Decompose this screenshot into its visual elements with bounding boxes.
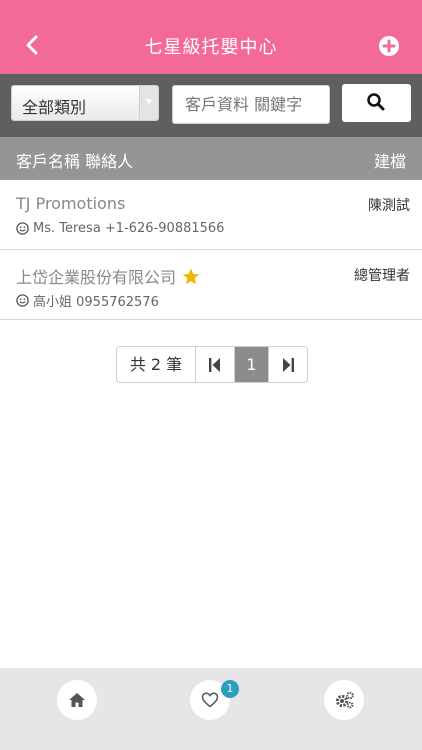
- chevron-down-icon[interactable]: [139, 86, 158, 120]
- contact-line: Ms. Teresa +1-626-90881566: [16, 221, 224, 236]
- last-page-icon: [283, 358, 294, 372]
- first-page-button[interactable]: [196, 347, 235, 382]
- list-item[interactable]: 上岱企業股份有限公司 總管理者 高小姐 0955762576: [0, 250, 422, 320]
- column-created-by: 建檔: [373, 152, 406, 171]
- column-customer-contact: 客戶名稱 聯絡人: [16, 152, 134, 171]
- app-header: 七星級托嬰中心: [0, 0, 422, 74]
- category-select-value: 全部類別: [22, 98, 87, 117]
- heart-icon: [201, 692, 219, 708]
- home-icon: [69, 693, 85, 707]
- page-1-button[interactable]: 1: [235, 347, 269, 382]
- customer-name: 上岱企業股份有限公司: [16, 268, 177, 287]
- contact-info: 高小姐 0955762576: [33, 295, 159, 310]
- bottom-nav: [0, 668, 422, 750]
- search-button[interactable]: [342, 84, 411, 122]
- last-page-button[interactable]: [269, 347, 307, 382]
- created-by: 陳測試: [368, 198, 410, 214]
- contact-info: Ms. Teresa +1-626-90881566: [33, 221, 225, 236]
- favorites-count-badge: 1: [221, 680, 239, 698]
- contact-line: 高小姐 0955762576: [16, 291, 159, 310]
- customer-name: TJ Promotions: [16, 194, 126, 213]
- page-title: 七星級托嬰中心: [144, 37, 278, 58]
- pagination: 共 2 筆 1: [116, 346, 308, 383]
- list-column-header: 客戶名稱 聯絡人 建檔: [0, 137, 422, 180]
- home-button[interactable]: [57, 680, 97, 720]
- add-circle-icon[interactable]: [378, 35, 400, 57]
- gears-icon: [335, 691, 354, 709]
- first-page-icon: [209, 358, 220, 372]
- smiley-icon: [16, 222, 29, 235]
- list-item[interactable]: TJ Promotions 陳測試 Ms. Teresa +1-626-9088…: [0, 180, 422, 250]
- search-input[interactable]: [172, 85, 330, 124]
- total-count: 共 2 筆: [117, 347, 196, 382]
- star-icon: [182, 268, 200, 285]
- customer-name-wrap: 上岱企業股份有限公司: [16, 264, 200, 288]
- search-toolbar: 全部類別: [0, 74, 422, 137]
- smiley-icon: [16, 294, 29, 307]
- category-select[interactable]: 全部類別: [11, 85, 159, 121]
- search-icon: [367, 93, 385, 111]
- created-by: 總管理者: [354, 268, 410, 284]
- settings-button[interactable]: [324, 680, 364, 720]
